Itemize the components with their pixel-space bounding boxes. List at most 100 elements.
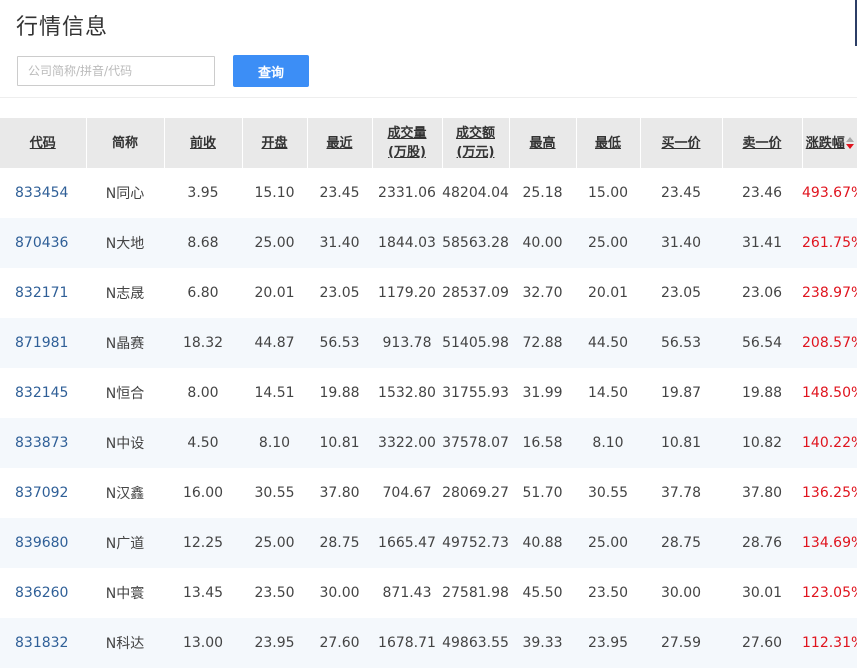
cell-ask1: 23.06 [741, 285, 783, 301]
header-change-pct-label[interactable]: 涨跌幅 [806, 136, 845, 151]
header-ask1-label[interactable]: 卖一价 [742, 136, 781, 151]
cell-high: 16.58 [522, 435, 563, 451]
cell-low: 25.00 [587, 535, 629, 551]
table-row[interactable]: 837092 N汉鑫 16.00 30.55 37.80 704.67 28069.27 51… [0, 468, 857, 518]
table-body: 833454 N同心 3.95 15.10 23.45 2331.06 48204.04 25… [0, 168, 857, 668]
table-header-row: 代码 简称 前收 开盘 最近 成交量 (万股) 成交额 (万元) 最高 最低 买一价… [0, 118, 857, 168]
cell-bid1: 31.40 [660, 235, 702, 251]
cell-ask1: 37.80 [741, 485, 783, 501]
header-volume[interactable]: 成交量 (万股) [372, 118, 443, 168]
stock-code-link[interactable]: 836260 [15, 585, 68, 601]
search-input[interactable] [17, 56, 215, 86]
stock-code-link[interactable]: 832145 [15, 385, 68, 401]
stock-code-link[interactable]: 833454 [15, 185, 68, 201]
cell-high: 72.88 [522, 335, 563, 351]
header-amount[interactable]: 成交额 (万元) [442, 118, 510, 168]
cell-open: 8.10 [258, 435, 291, 451]
header-high[interactable]: 最高 [509, 118, 577, 168]
cell-bid1: 23.45 [660, 185, 702, 201]
cell-ask1: 27.60 [741, 635, 783, 651]
cell-volume: 913.78 [382, 335, 432, 351]
cell-high: 31.99 [522, 385, 563, 401]
stock-code-link[interactable]: 870436 [15, 235, 68, 251]
quote-table: 代码 简称 前收 开盘 最近 成交量 (万股) 成交额 (万元) 最高 最低 买一价… [0, 118, 857, 668]
cell-amount: 27581.98 [442, 585, 509, 601]
cell-latest: 56.53 [319, 335, 360, 351]
cell-name: N晶赛 [105, 336, 145, 352]
header-code[interactable]: 代码 [0, 118, 87, 168]
cell-low: 14.50 [587, 385, 629, 401]
cell-prev-close: 3.95 [187, 185, 219, 201]
table-row[interactable]: 839680 N广道 12.25 25.00 28.75 1665.47 49752.73 4… [0, 518, 857, 568]
cell-volume: 871.43 [382, 585, 432, 601]
cell-prev-close: 4.50 [187, 435, 219, 451]
cell-high: 40.88 [522, 535, 563, 551]
cell-latest: 19.88 [319, 385, 360, 401]
cell-name: N科达 [105, 636, 145, 652]
table-row[interactable]: 871981 N晶赛 18.32 44.87 56.53 913.78 51405.98 72… [0, 318, 857, 368]
header-amount-label[interactable]: 成交额 (万元) [456, 126, 495, 160]
cell-bid1: 30.00 [660, 585, 702, 601]
cell-code: 836260 [0, 568, 86, 618]
table-row[interactable]: 833454 N同心 3.95 15.10 23.45 2331.06 48204.04 25… [0, 168, 857, 218]
cell-name: N志晟 [105, 286, 145, 302]
table-row[interactable]: 832171 N志晟 6.80 20.01 23.05 1179.20 28537.09 32… [0, 268, 857, 318]
stock-code-link[interactable]: 831832 [15, 635, 68, 651]
header-low-label[interactable]: 最低 [595, 136, 621, 151]
header-change-pct[interactable]: 涨跌幅 [802, 118, 857, 168]
table-row[interactable]: 870436 N大地 8.68 25.00 31.40 1844.03 58563.28 40… [0, 218, 857, 268]
header-code-label[interactable]: 代码 [30, 136, 56, 151]
cell-prev-close: 13.45 [182, 585, 224, 601]
header-open[interactable]: 开盘 [242, 118, 308, 168]
cell-volume: 2331.06 [378, 185, 436, 201]
header-bid1-label[interactable]: 买一价 [661, 136, 700, 151]
header-name: 简称 [86, 118, 165, 168]
header-prev-close-label[interactable]: 前收 [190, 136, 216, 151]
table-row[interactable]: 833873 N中设 4.50 8.10 10.81 3322.00 37578.07 16.… [0, 418, 857, 468]
stock-code-link[interactable]: 833873 [15, 435, 68, 451]
cell-amount: 31755.93 [442, 385, 509, 401]
table-row[interactable]: 836260 N中寰 13.45 23.50 30.00 871.43 27581.98 45… [0, 568, 857, 618]
header-bid1[interactable]: 买一价 [640, 118, 723, 168]
cell-ask1: 31.41 [741, 235, 783, 251]
cell-ask1: 10.82 [741, 435, 783, 451]
cell-ask1: 56.54 [741, 335, 783, 351]
cell-bid1: 23.05 [660, 285, 702, 301]
cell-latest: 37.80 [319, 485, 360, 501]
header-volume-line2: (万股) [388, 145, 426, 160]
cell-name: N广道 [105, 536, 145, 552]
stock-code-link[interactable]: 837092 [15, 485, 68, 501]
cell-high: 51.70 [522, 485, 563, 501]
cell-code: 831832 [0, 618, 86, 668]
cell-code: 833873 [0, 418, 86, 468]
cell-change-pct: 238.97% [802, 285, 857, 301]
table-row[interactable]: 831832 N科达 13.00 23.95 27.60 1678.71 49863.55 3… [0, 618, 857, 668]
header-volume-label[interactable]: 成交量 (万股) [387, 126, 426, 160]
stock-code-link[interactable]: 832171 [15, 285, 68, 301]
cell-high: 45.50 [522, 585, 563, 601]
header-low[interactable]: 最低 [576, 118, 641, 168]
cell-volume: 704.67 [382, 485, 432, 501]
cell-code: 833454 [0, 168, 86, 218]
sort-desc-icon[interactable] [845, 137, 854, 149]
cell-latest: 31.40 [319, 235, 360, 251]
query-button[interactable]: 查询 [233, 55, 309, 87]
header-latest-label[interactable]: 最近 [326, 136, 352, 151]
cell-low: 30.55 [587, 485, 629, 501]
cell-name: N中设 [105, 436, 145, 452]
header-latest[interactable]: 最近 [307, 118, 373, 168]
cell-code: 837092 [0, 468, 86, 518]
header-open-label[interactable]: 开盘 [261, 136, 287, 151]
header-amount-line1: 成交额 [455, 126, 495, 141]
cell-volume: 1844.03 [378, 235, 436, 251]
header-prev-close[interactable]: 前收 [164, 118, 243, 168]
cell-code: 839680 [0, 518, 86, 568]
header-high-label[interactable]: 最高 [529, 136, 555, 151]
stock-code-link[interactable]: 871981 [15, 335, 68, 351]
page-title: 行情信息 [16, 15, 109, 40]
table-row[interactable]: 832145 N恒合 8.00 14.51 19.88 1532.80 31755.93 31… [0, 368, 857, 418]
stock-code-link[interactable]: 839680 [15, 535, 68, 551]
cell-code: 870436 [0, 218, 86, 268]
header-ask1[interactable]: 卖一价 [722, 118, 803, 168]
cell-latest: 27.60 [319, 635, 360, 651]
